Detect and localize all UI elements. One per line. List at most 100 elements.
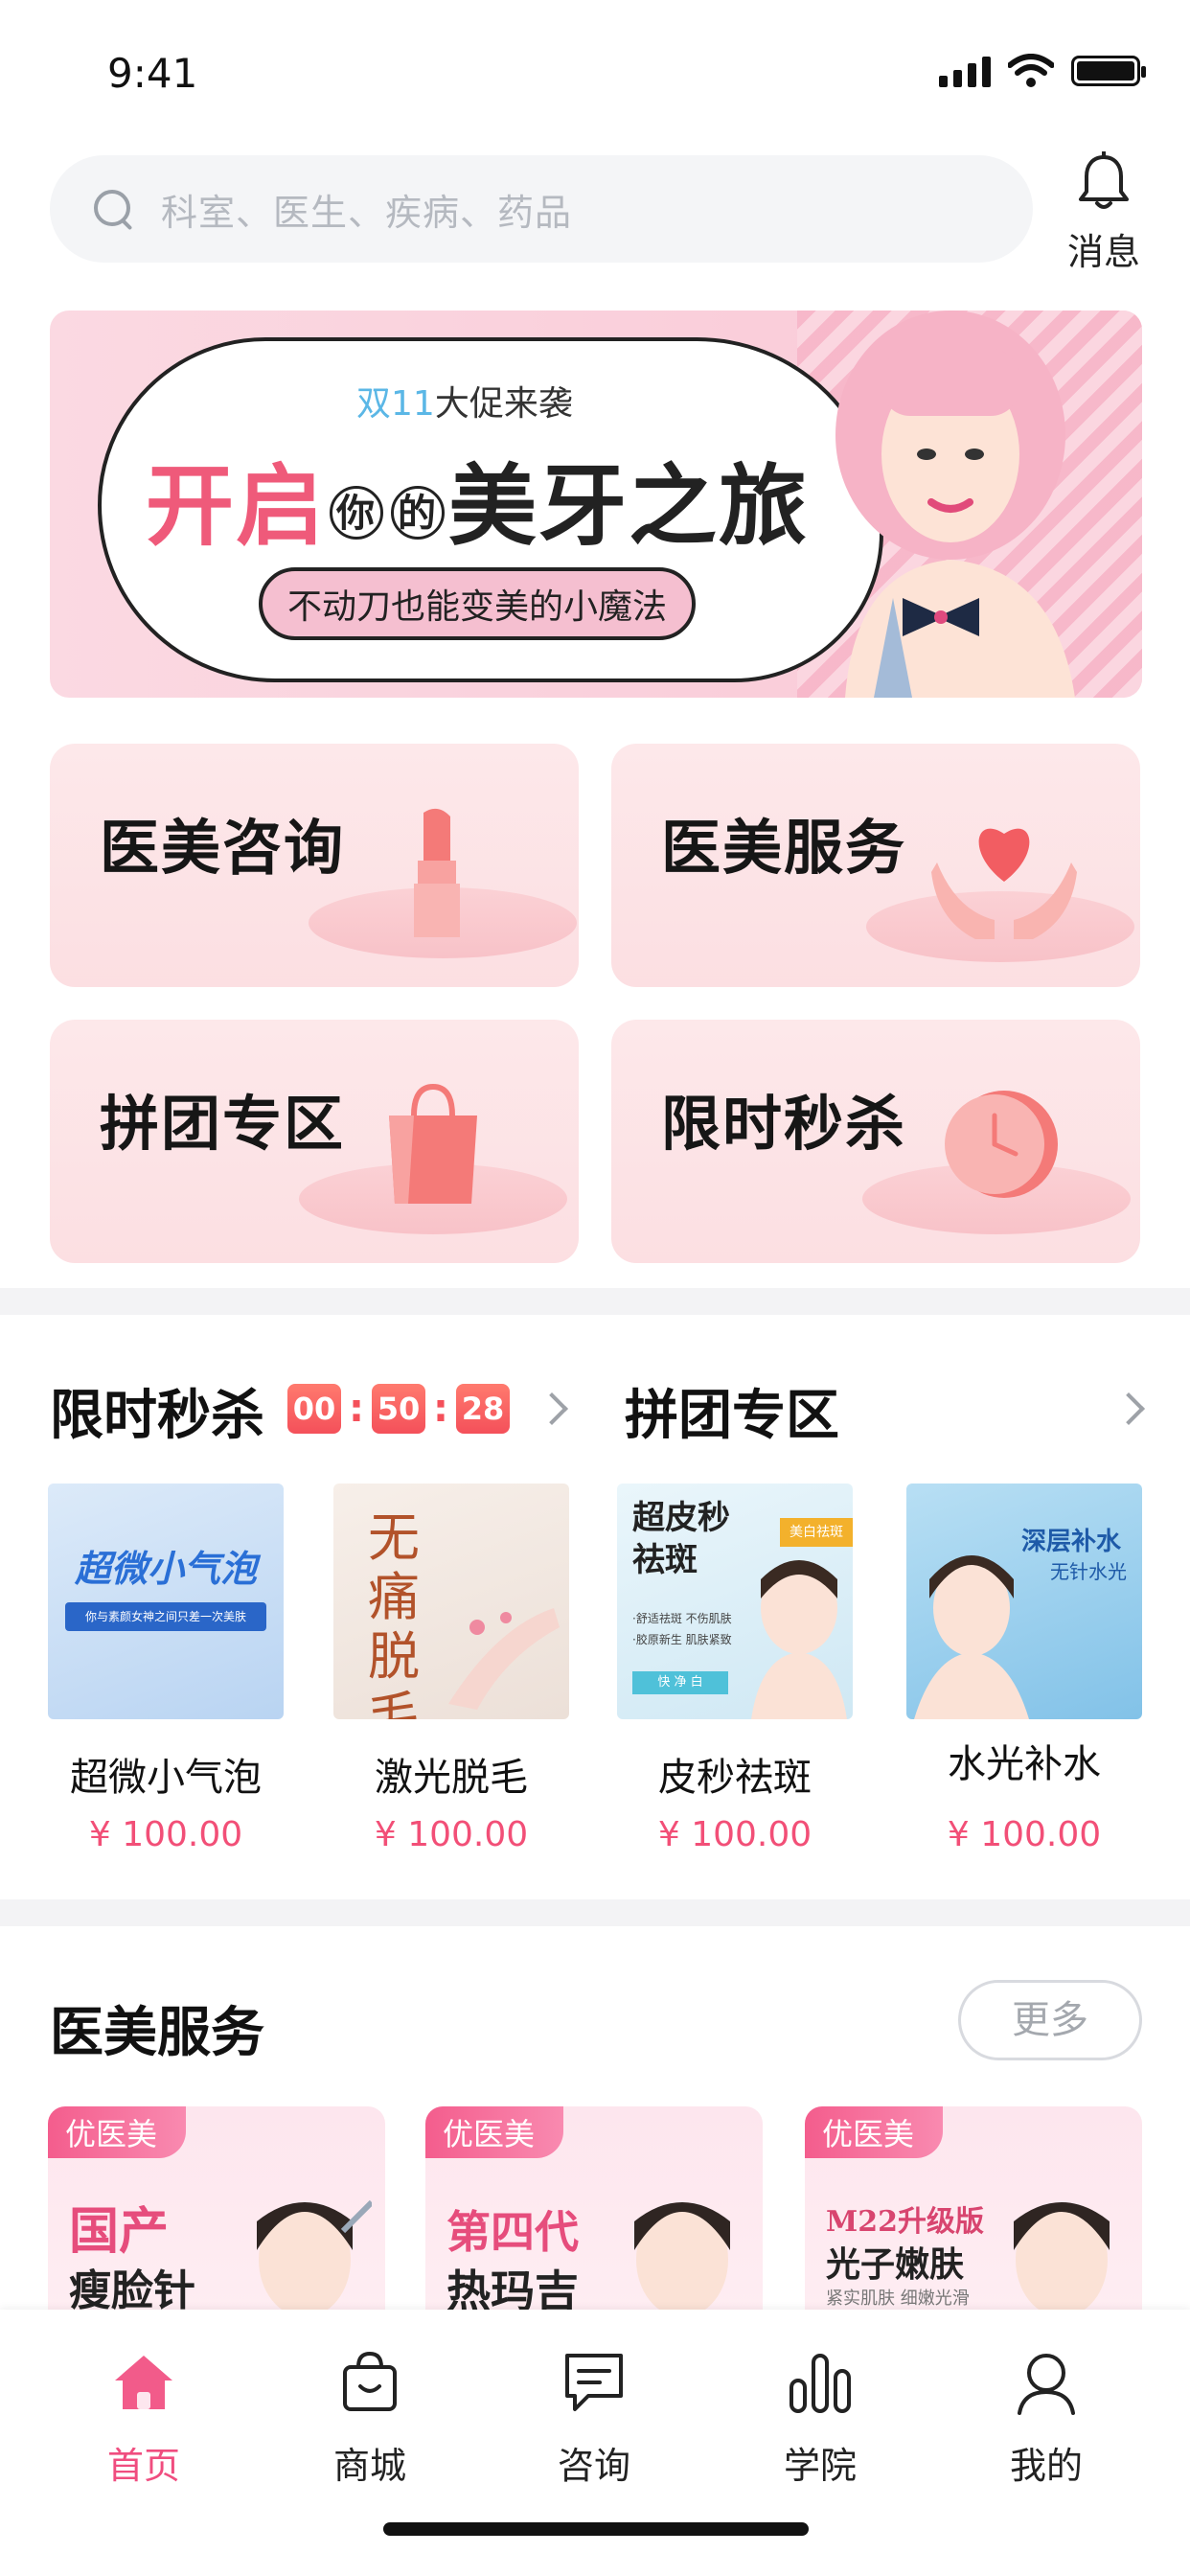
category-tile-group-buy[interactable]: 拼团专区 bbox=[50, 1020, 579, 1263]
service-text: 第四代 热玛吉 bbox=[446, 2202, 579, 2321]
product-price: ¥ 100.00 bbox=[88, 1815, 243, 1854]
product-image: 超微小气泡 你与素颜女神之间只差一次美肤 bbox=[48, 1484, 284, 1719]
category-label: 医美服务 bbox=[661, 813, 907, 883]
flash-sale-title: 限时秒杀 bbox=[50, 1385, 264, 1447]
category-tile-flash-sale[interactable]: 限时秒杀 bbox=[611, 1020, 1140, 1263]
search-placeholder: 科室、医生、疾病、药品 bbox=[161, 191, 573, 234]
product-name: 水光补水 bbox=[948, 1742, 1101, 1786]
messages-button[interactable]: 消息 bbox=[1054, 150, 1154, 276]
service-badge: 优医美 bbox=[48, 2106, 187, 2158]
product-image-footer: 快 净 白 bbox=[632, 1671, 728, 1694]
tab-consult[interactable]: 咨询 bbox=[517, 2348, 671, 2489]
service-badge: 优医美 bbox=[425, 2106, 564, 2158]
category-tile-consult[interactable]: 医美咨询 bbox=[50, 744, 579, 987]
tab-label: 商城 bbox=[332, 2445, 406, 2487]
bell-icon bbox=[1079, 150, 1129, 209]
model-illustration bbox=[835, 310, 1075, 698]
product-image-title: 超微小气泡 bbox=[74, 1548, 257, 1590]
service-line-2: 光子嫩肤 bbox=[826, 2244, 965, 2285]
service-text: 国产 瘦脸针 bbox=[69, 2202, 195, 2321]
service-line-1: 第四代 bbox=[446, 2206, 579, 2258]
countdown-seconds: 28 bbox=[456, 1384, 510, 1434]
service-line-1: M22升级版 bbox=[826, 2205, 984, 2239]
product-image-line: ·胶原新生 肌肤紧致 bbox=[632, 1633, 732, 1646]
product-card[interactable]: 无痛脱毛 激光脱毛 ¥ 100.00 bbox=[333, 1484, 569, 1854]
home-page: 9:41 科室、医生、疾病、药品 消息 双11大促来袭 开启 你 的 美牙之旅 … bbox=[0, 0, 1190, 2576]
model-face-illustration bbox=[751, 1560, 847, 1719]
product-image-title: 深层补水 bbox=[1021, 1528, 1122, 1556]
product-image-tag: 美白祛斑 bbox=[780, 1518, 853, 1547]
tab-home[interactable]: 首页 bbox=[67, 2348, 220, 2489]
product-image-title: 无痛脱毛 bbox=[368, 1507, 420, 1720]
section-divider bbox=[0, 1288, 1190, 1315]
shop-bag-icon bbox=[343, 2351, 397, 2411]
leg-illustration bbox=[448, 1608, 560, 1710]
heart-hands-icon bbox=[931, 828, 1077, 939]
tab-academy[interactable]: 学院 bbox=[744, 2348, 897, 2489]
product-image: 深层补水 无针水光 bbox=[906, 1484, 1142, 1719]
countdown-minutes: 50 bbox=[372, 1384, 425, 1434]
section-divider bbox=[0, 1899, 1190, 1926]
countdown-colon-icon: : bbox=[349, 1387, 364, 1431]
user-icon bbox=[1018, 2354, 1075, 2415]
countdown-timer: 00 : 50 : 28 bbox=[287, 1384, 510, 1434]
category-label: 医美咨询 bbox=[100, 813, 346, 883]
banner-headline-small-2: 的 bbox=[391, 485, 446, 540]
product-price: ¥ 100.00 bbox=[947, 1815, 1102, 1854]
home-indicator[interactable] bbox=[383, 2522, 809, 2536]
banner-pill: 不动刀也能变美的小魔法 bbox=[259, 567, 697, 640]
product-name: 激光脱毛 bbox=[375, 1756, 528, 1800]
product-price: ¥ 100.00 bbox=[657, 1815, 812, 1854]
chat-icon bbox=[565, 2354, 623, 2411]
category-label: 限时秒杀 bbox=[661, 1089, 907, 1159]
group-buy-title: 拼团专区 bbox=[625, 1385, 839, 1447]
cellular-signal-icon bbox=[939, 55, 991, 87]
messages-label: 消息 bbox=[1066, 231, 1140, 273]
banner-headline-small-1: 你 bbox=[330, 485, 384, 540]
product-name: 皮秒祛斑 bbox=[658, 1756, 812, 1800]
banner-headline-pink: 开启 bbox=[146, 455, 327, 558]
battery-icon bbox=[1071, 56, 1146, 86]
tab-label: 咨询 bbox=[557, 2445, 630, 2487]
clock-icon bbox=[945, 1091, 1058, 1198]
flash-sale-chevron-right-icon[interactable] bbox=[536, 1392, 568, 1425]
product-image: 无痛脱毛 bbox=[333, 1484, 569, 1719]
product-card[interactable]: 深层补水 无针水光 水光补水 ¥ 100.00 bbox=[906, 1484, 1142, 1854]
service-badge: 优医美 bbox=[805, 2106, 944, 2158]
tab-shop[interactable]: 商城 bbox=[293, 2348, 446, 2489]
countdown-hours: 00 bbox=[287, 1384, 341, 1434]
category-label: 拼团专区 bbox=[100, 1089, 346, 1159]
more-button[interactable]: 更多 bbox=[958, 1980, 1142, 2060]
status-icons bbox=[939, 54, 1146, 88]
product-image-title: 超皮秒祛斑 bbox=[632, 1499, 730, 1579]
group-buy-chevron-right-icon[interactable] bbox=[1112, 1392, 1145, 1425]
product-image: 超皮秒祛斑 美白祛斑 ·舒适祛斑 不伤肌肤 ·胶原新生 肌肤紧致 快 净 白 bbox=[617, 1484, 853, 1719]
product-image-line: ·舒适祛斑 不伤肌肤 bbox=[632, 1612, 732, 1625]
search-bar[interactable]: 科室、医生、疾病、药品 bbox=[50, 155, 1033, 263]
banner-top-text: 双11大促来袭 bbox=[356, 376, 573, 426]
status-time: 9:41 bbox=[107, 50, 198, 97]
category-tile-service[interactable]: 医美服务 bbox=[611, 744, 1140, 987]
service-text: M22升级版 光子嫩肤 紧实肌肤 细嫩光滑 bbox=[826, 2202, 984, 2312]
product-price: ¥ 100.00 bbox=[374, 1815, 529, 1854]
banner-headline-dark: 美牙之旅 bbox=[448, 455, 810, 558]
product-name: 超微小气泡 bbox=[70, 1756, 262, 1800]
product-card[interactable]: 超皮秒祛斑 美白祛斑 ·舒适祛斑 不伤肌肤 ·胶原新生 肌肤紧致 快 净 白 皮… bbox=[617, 1484, 853, 1854]
tab-label: 我的 bbox=[1009, 2445, 1083, 2487]
model-face-illustration bbox=[914, 1555, 1029, 1719]
search-icon bbox=[92, 188, 134, 230]
banner-top-label: 大促来袭 bbox=[434, 384, 573, 424]
shopping-bag-icon bbox=[389, 1083, 477, 1204]
home-icon bbox=[115, 2356, 172, 2409]
promo-banner[interactable]: 双11大促来袭 开启你的美牙之旅 不动刀也能变美的小魔法 bbox=[50, 310, 1142, 698]
tab-mine[interactable]: 我的 bbox=[970, 2348, 1123, 2489]
countdown-colon-icon: : bbox=[433, 1387, 448, 1431]
tab-label: 首页 bbox=[106, 2445, 180, 2487]
product-image-subtitle: 你与素颜女神之间只差一次美肤 bbox=[65, 1602, 266, 1631]
bottom-tab-bar: 首页 商城 咨询 学院 我的 bbox=[0, 2310, 1190, 2576]
service-line-1: 国产 bbox=[69, 2202, 170, 2261]
bar-chart-icon bbox=[790, 2354, 851, 2413]
banner-highlight: 双11 bbox=[356, 384, 435, 424]
services-title: 医美服务 bbox=[50, 2002, 264, 2064]
product-card[interactable]: 超微小气泡 你与素颜女神之间只差一次美肤 超微小气泡 ¥ 100.00 bbox=[48, 1484, 284, 1854]
